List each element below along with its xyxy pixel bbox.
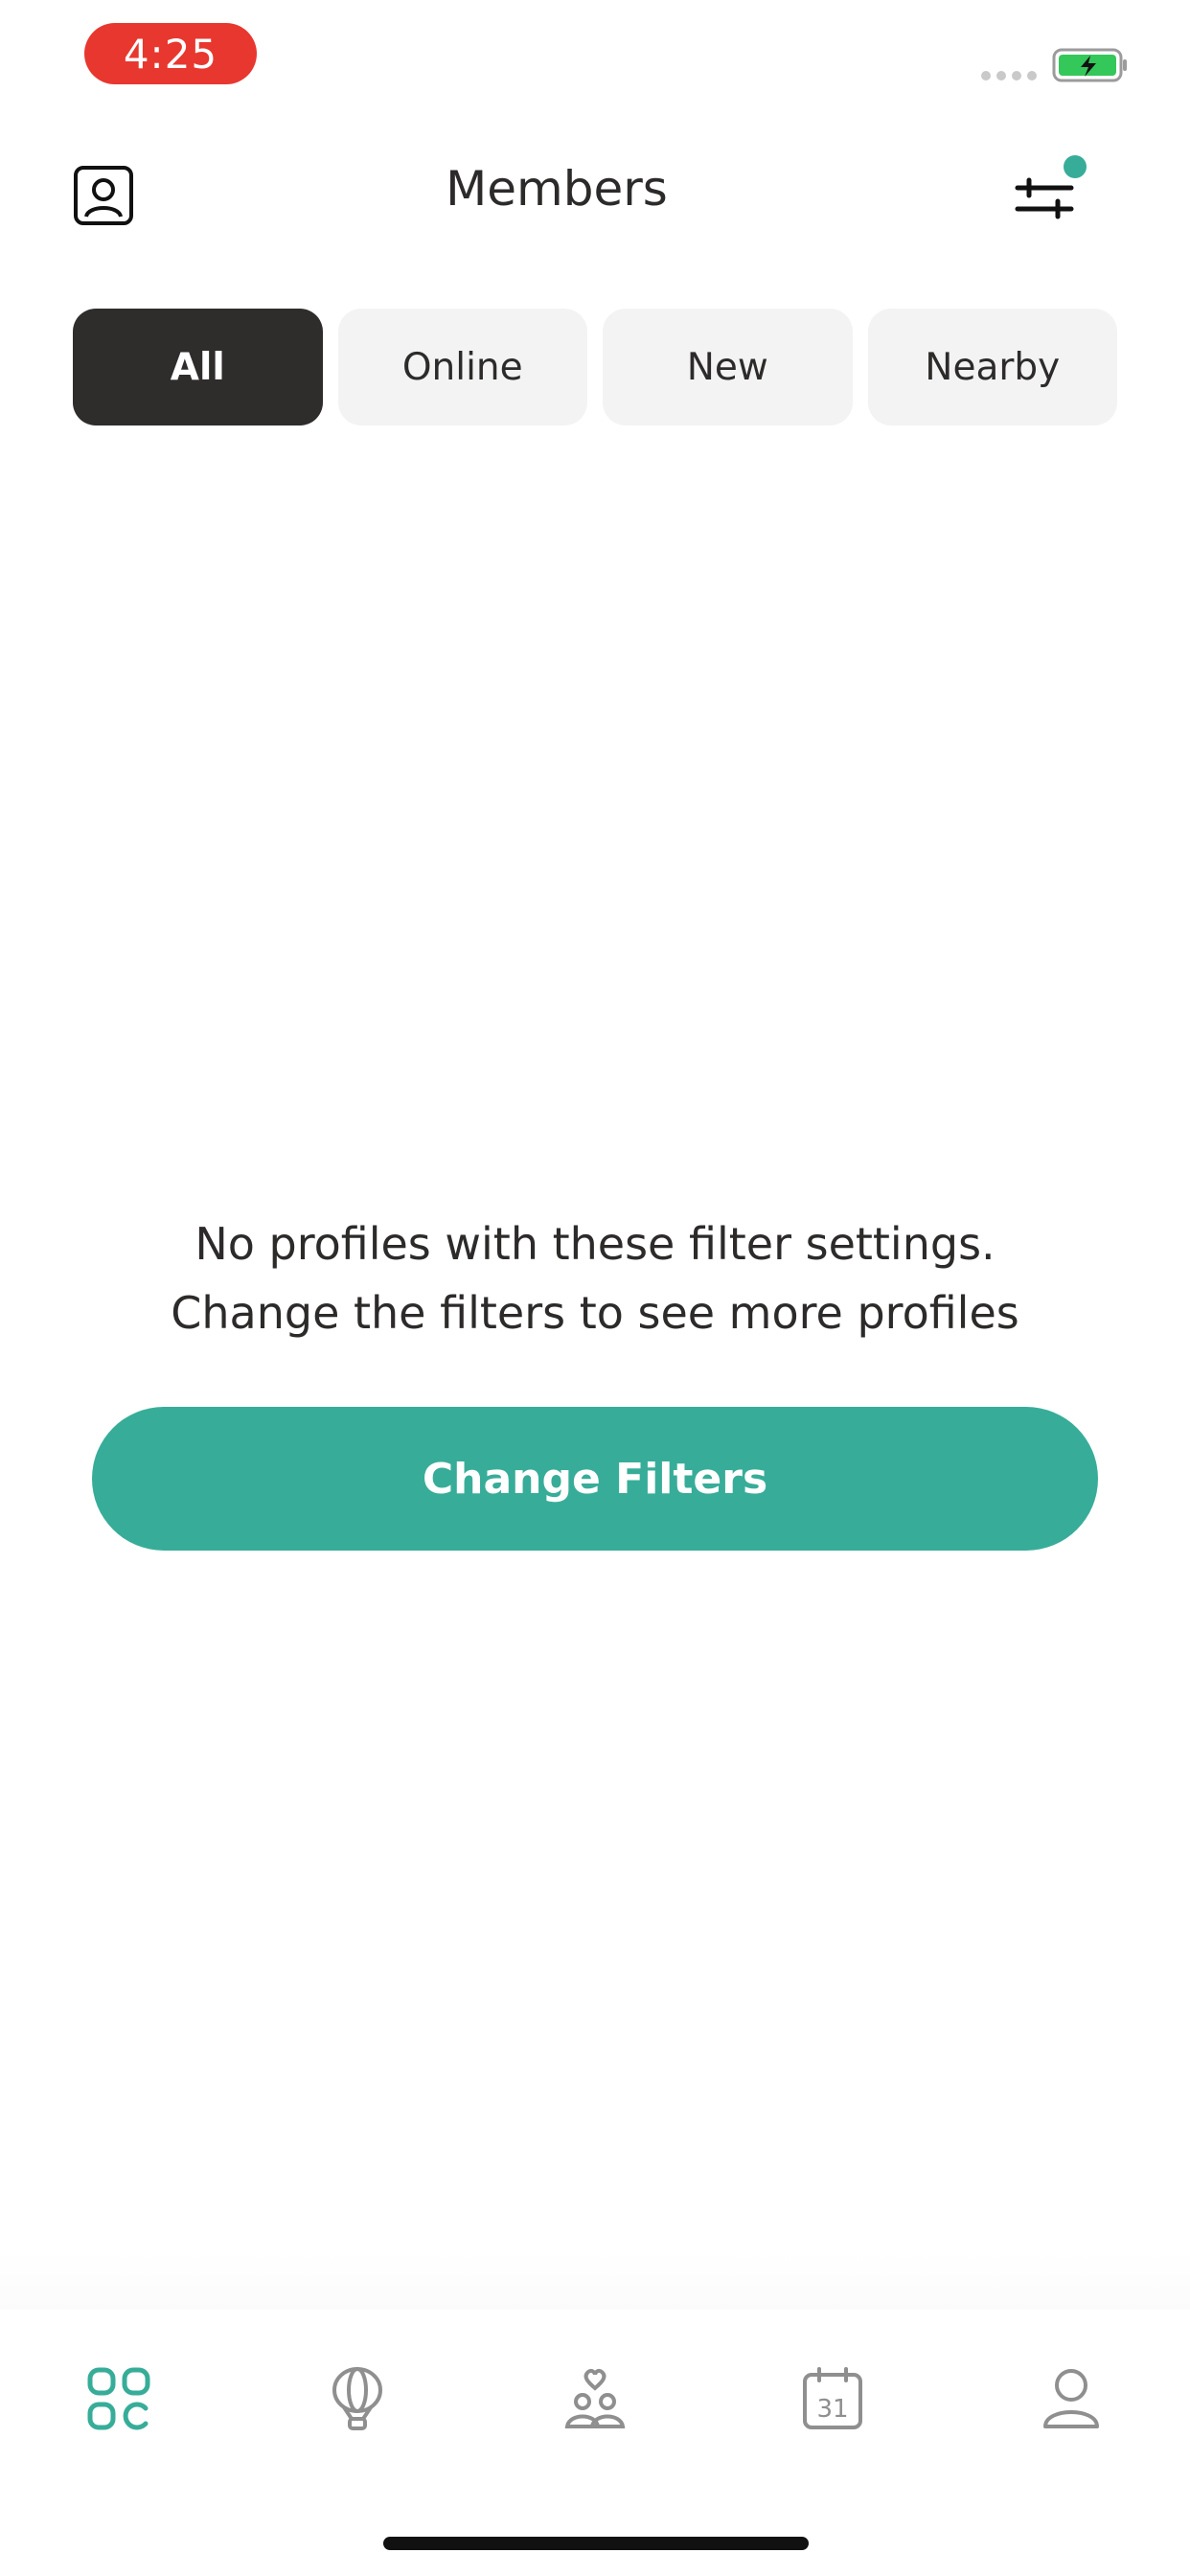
bottom-nav: 31 xyxy=(0,2310,1190,2501)
balloon-icon xyxy=(332,2367,382,2430)
nav-divider-shade xyxy=(0,2252,1190,2310)
empty-state-line-1: No profiles with these filter settings. xyxy=(195,1218,995,1270)
home-indicator xyxy=(383,2537,809,2550)
tab-online[interactable]: Online xyxy=(337,309,587,426)
tab-all[interactable]: All xyxy=(73,309,323,426)
empty-state-message: No profiles with these filter settings. … xyxy=(0,1209,1190,1347)
empty-state-line-2: Change the filters to see more profiles xyxy=(171,1287,1019,1339)
segment-tabs: All Online New Nearby xyxy=(73,309,1117,426)
nav-item-explore[interactable] xyxy=(300,2367,415,2453)
grid-icon xyxy=(87,2367,150,2430)
filter-active-dot xyxy=(1064,155,1087,178)
tab-new[interactable]: New xyxy=(603,309,853,426)
nav-item-matches[interactable] xyxy=(538,2367,652,2453)
signal-icon xyxy=(981,71,1037,80)
couple-heart-icon xyxy=(564,2368,626,2428)
user-icon xyxy=(1042,2369,1099,2428)
tab-nearby[interactable]: Nearby xyxy=(867,309,1117,426)
battery-charging-icon xyxy=(1052,48,1127,82)
calendar-day-text: 31 xyxy=(817,2395,849,2424)
nav-item-members[interactable] xyxy=(61,2367,176,2453)
nav-item-profile[interactable] xyxy=(1014,2367,1129,2453)
calendar-icon: 31 xyxy=(803,2367,863,2429)
nav-item-events[interactable]: 31 xyxy=(775,2367,890,2453)
page-title: Members xyxy=(446,161,668,217)
status-time: 4:25 xyxy=(84,23,257,84)
change-filters-button[interactable]: Change Filters xyxy=(92,1407,1098,1551)
